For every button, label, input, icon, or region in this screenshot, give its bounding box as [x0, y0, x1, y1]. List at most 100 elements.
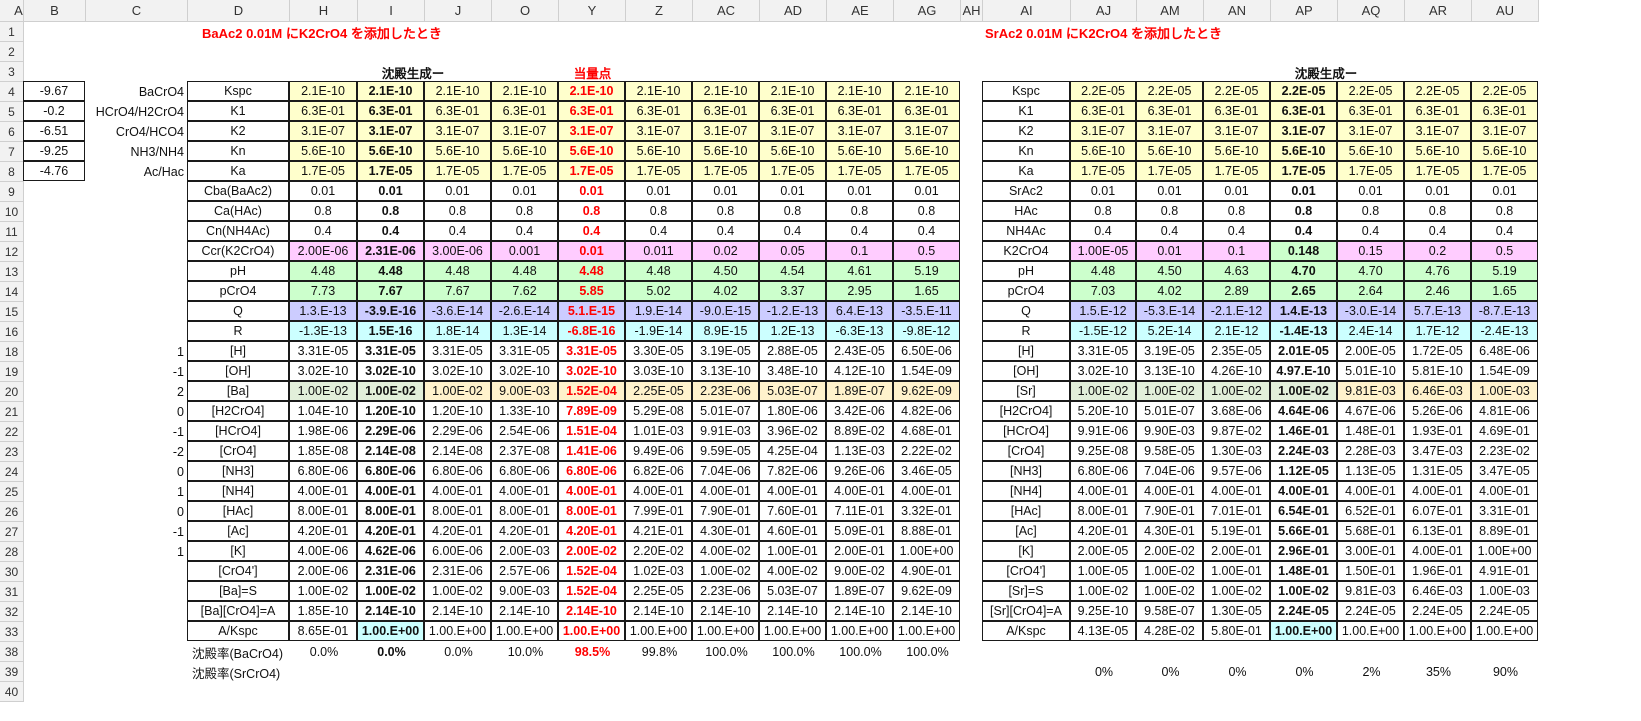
- data-cell[interactable]: 6.3E-01: [1070, 101, 1136, 121]
- data-cell[interactable]: 0.01: [558, 241, 625, 261]
- data-cell[interactable]: 2.22E-02: [893, 441, 960, 461]
- data-cell[interactable]: 2.00E-06: [289, 241, 357, 261]
- data-cell[interactable]: 6.3E-01: [357, 101, 424, 121]
- data-cell[interactable]: 1.04E-10: [289, 401, 357, 421]
- data-cell[interactable]: 2.2E-05: [1270, 81, 1337, 101]
- data-cell[interactable]: 4.60E-01: [759, 521, 826, 541]
- row-header[interactable]: 16: [0, 322, 24, 342]
- data-cell[interactable]: 1.00E-02: [357, 381, 424, 401]
- data-cell[interactable]: 2.00E-01: [1203, 541, 1270, 561]
- data-cell[interactable]: 3.42E-06: [826, 401, 893, 421]
- column-header[interactable]: AU: [1472, 0, 1539, 22]
- column-header[interactable]: AC: [693, 0, 760, 22]
- data-cell[interactable]: 1.00E-02: [1270, 381, 1337, 401]
- precipitation-rate-cell[interactable]: 0.0%: [290, 642, 358, 662]
- data-cell[interactable]: 5.01E-10: [1337, 361, 1404, 381]
- data-cell[interactable]: 1.46E-01: [1270, 421, 1337, 441]
- data-cell[interactable]: 2.2E-05: [1070, 81, 1136, 101]
- data-cell[interactable]: 1.00E-02: [1136, 581, 1203, 601]
- data-cell[interactable]: 4.54: [759, 261, 826, 281]
- data-cell[interactable]: 7.99E-01: [625, 501, 692, 521]
- data-cell[interactable]: -1.9E-14: [625, 321, 692, 341]
- data-cell[interactable]: 2.43E-05: [826, 341, 893, 361]
- data-cell[interactable]: 2.24E-05: [1337, 601, 1404, 621]
- column-header[interactable]: AP: [1271, 0, 1338, 22]
- data-cell[interactable]: 2.1E-10: [692, 81, 759, 101]
- data-cell[interactable]: 3.47E-05: [1471, 461, 1538, 481]
- data-cell[interactable]: 0.01: [1270, 181, 1337, 201]
- data-cell[interactable]: 0.1: [826, 241, 893, 261]
- data-cell[interactable]: 3.46E-05: [893, 461, 960, 481]
- data-cell[interactable]: 9.91E-03: [692, 421, 759, 441]
- data-cell[interactable]: 8.89E-02: [826, 421, 893, 441]
- data-cell[interactable]: 5.20E-10: [1070, 401, 1136, 421]
- data-cell[interactable]: 0.15: [1337, 241, 1404, 261]
- data-cell[interactable]: 3.96E-02: [759, 421, 826, 441]
- data-cell[interactable]: 1.7E-05: [1070, 161, 1136, 181]
- data-cell[interactable]: 4.00E-01: [826, 481, 893, 501]
- data-cell[interactable]: 6.4.E-13: [826, 301, 893, 321]
- data-cell[interactable]: 5.68E-01: [1337, 521, 1404, 541]
- data-cell[interactable]: 2.00E-05: [1070, 541, 1136, 561]
- data-cell[interactable]: 4.62E-06: [357, 541, 424, 561]
- data-cell[interactable]: 4.00E-02: [759, 561, 826, 581]
- data-cell[interactable]: -2.1.E-12: [1203, 301, 1270, 321]
- data-cell[interactable]: 1.00E-02: [424, 581, 491, 601]
- precipitation-rate-cell[interactable]: 0.0%: [358, 642, 425, 662]
- data-cell[interactable]: 1.00E-03: [1471, 581, 1538, 601]
- data-cell[interactable]: 5.85: [558, 281, 625, 301]
- data-cell[interactable]: 1.12E-05: [1270, 461, 1337, 481]
- data-cell[interactable]: 1.00E-05: [1070, 241, 1136, 261]
- data-cell[interactable]: 2.1E-12: [1203, 321, 1270, 341]
- data-cell[interactable]: 4.25E-04: [759, 441, 826, 461]
- data-cell[interactable]: 8.00E-01: [357, 501, 424, 521]
- data-cell[interactable]: 4.00E-01: [1270, 481, 1337, 501]
- row-header[interactable]: 39: [0, 662, 24, 682]
- data-cell[interactable]: 3.1E-07: [491, 121, 558, 141]
- data-cell[interactable]: 1.7E-05: [357, 161, 424, 181]
- data-cell[interactable]: 4.00E-01: [692, 481, 759, 501]
- data-cell[interactable]: 1.52E-04: [558, 561, 625, 581]
- data-cell[interactable]: 4.12E-10: [826, 361, 893, 381]
- data-cell[interactable]: 2.35E-05: [1203, 341, 1270, 361]
- data-cell[interactable]: 4.64E-06: [1270, 401, 1337, 421]
- data-cell[interactable]: 4.20E-01: [424, 521, 491, 541]
- data-cell[interactable]: 0.01: [759, 181, 826, 201]
- data-cell[interactable]: 2.31E-06: [357, 241, 424, 261]
- data-cell[interactable]: 5.19: [893, 261, 960, 281]
- data-cell[interactable]: 4.00E-01: [491, 481, 558, 501]
- data-cell[interactable]: 1.00E-01: [1203, 561, 1270, 581]
- data-cell[interactable]: 3.31E-01: [1471, 501, 1538, 521]
- row-header[interactable]: 12: [0, 242, 24, 262]
- data-cell[interactable]: 0.02: [692, 241, 759, 261]
- data-cell[interactable]: 1.00.E+00: [1270, 621, 1337, 641]
- data-cell[interactable]: 1.2E-13: [759, 321, 826, 341]
- data-cell[interactable]: 3.00E-06: [424, 241, 491, 261]
- precipitation-rate-cell[interactable]: 100.0%: [827, 642, 894, 662]
- data-cell[interactable]: 1.00E-05: [1070, 561, 1136, 581]
- data-cell[interactable]: 0.8: [1404, 201, 1471, 221]
- data-cell[interactable]: 0.8: [759, 201, 826, 221]
- data-cell[interactable]: 5.66E-01: [1270, 521, 1337, 541]
- column-header[interactable]: AI: [983, 0, 1071, 22]
- data-cell[interactable]: 3.47E-03: [1404, 441, 1471, 461]
- data-cell[interactable]: 3.02E-10: [289, 361, 357, 381]
- data-cell[interactable]: 6.50E-06: [893, 341, 960, 361]
- data-cell[interactable]: 1.00E-03: [1471, 381, 1538, 401]
- data-cell[interactable]: 4.20E-01: [558, 521, 625, 541]
- data-cell[interactable]: 2.2E-05: [1471, 81, 1538, 101]
- data-cell[interactable]: 4.61: [826, 261, 893, 281]
- data-cell[interactable]: 1.7E-05: [289, 161, 357, 181]
- data-cell[interactable]: 4.50: [692, 261, 759, 281]
- data-cell[interactable]: 3.03E-10: [625, 361, 692, 381]
- data-cell[interactable]: 2.00E-02: [558, 541, 625, 561]
- data-cell[interactable]: 2.14E-08: [424, 441, 491, 461]
- data-cell[interactable]: 3.02E-10: [424, 361, 491, 381]
- data-cell[interactable]: 2.14E-10: [424, 601, 491, 621]
- data-cell[interactable]: 8.89E-01: [1471, 521, 1538, 541]
- data-cell[interactable]: 9.87E-02: [1203, 421, 1270, 441]
- data-cell[interactable]: 2.00E-01: [826, 541, 893, 561]
- data-cell[interactable]: 6.80E-06: [424, 461, 491, 481]
- data-cell[interactable]: 5.6E-10: [1203, 141, 1270, 161]
- data-cell[interactable]: 1.7E-05: [491, 161, 558, 181]
